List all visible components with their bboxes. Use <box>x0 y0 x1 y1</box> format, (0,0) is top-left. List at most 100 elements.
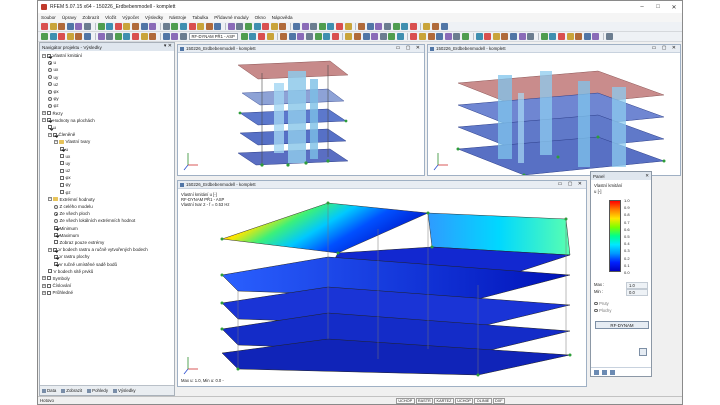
toolbar-tool-icon[interactable] <box>383 23 391 30</box>
toolbar-tool-icon[interactable] <box>323 33 331 40</box>
toolbar-tool-icon[interactable] <box>41 33 48 40</box>
toolbar-tool-icon[interactable] <box>280 33 288 40</box>
toolbar-tool-icon[interactable] <box>366 23 374 30</box>
tab-vysledky[interactable]: Výsledky <box>113 388 136 393</box>
pruty-radio[interactable] <box>594 301 598 306</box>
tree-item[interactable]: φx <box>40 88 174 95</box>
toolbar-tool-icon[interactable] <box>227 23 235 30</box>
tree-item[interactable]: + Řezy <box>40 110 174 117</box>
toolbar-tool-icon[interactable] <box>131 23 139 30</box>
deformation-render[interactable] <box>178 189 587 387</box>
toolbar-tool-icon[interactable] <box>97 33 105 40</box>
toolbar-tool-icon[interactable] <box>240 33 248 40</box>
tree-item[interactable]: uz <box>40 167 174 174</box>
tree-checkbox[interactable] <box>48 269 52 274</box>
tree-checkbox[interactable] <box>47 276 51 281</box>
tree-item[interactable]: φy <box>40 95 174 102</box>
toolbar-tool-icon[interactable] <box>358 23 366 30</box>
toolbar-tool-icon[interactable] <box>492 33 500 40</box>
menu-nastroje[interactable]: Nástroje <box>169 15 186 20</box>
menu-vlozit[interactable]: Vložit <box>105 15 116 20</box>
tree-checkbox[interactable] <box>54 240 58 245</box>
toolbar-tool-icon[interactable] <box>97 23 105 30</box>
settings-icon[interactable] <box>610 369 615 375</box>
tree-item[interactable]: + Symboly <box>40 275 174 282</box>
tree-item[interactable]: φz <box>40 189 174 196</box>
expand-toggle-icon[interactable]: − <box>42 53 46 58</box>
view-top-left[interactable]: 150226_Erdbebenmodell - komplett ▭ ▢ ✕ <box>177 44 425 176</box>
toolbar-tool-icon[interactable] <box>253 23 261 30</box>
toolbar-tool-icon[interactable] <box>114 33 122 40</box>
panel-close-icon[interactable]: ✕ <box>645 173 649 179</box>
tree-checkbox[interactable] <box>60 182 64 187</box>
tree-item[interactable]: + Průhledné <box>40 289 174 296</box>
toolbar-tool-icon[interactable] <box>371 33 379 40</box>
tab-data[interactable]: Data <box>42 388 56 393</box>
toolbar-tool-icon[interactable] <box>444 33 452 40</box>
toolbar-tool-icon[interactable] <box>575 33 583 40</box>
expand-toggle-icon[interactable]: + <box>42 283 46 288</box>
tree-item[interactable]: ux <box>40 66 174 73</box>
tab-zobrazit[interactable]: Zobrazit <box>61 388 82 393</box>
toolbar-tool-icon[interactable] <box>305 33 313 40</box>
toolbar-tool-icon[interactable] <box>462 33 470 40</box>
expand-toggle-icon[interactable]: − <box>48 132 52 137</box>
tree-radio[interactable] <box>48 96 52 101</box>
tree-checkbox[interactable] <box>60 168 64 173</box>
tree-checkbox[interactable] <box>47 283 51 288</box>
expand-toggle-icon[interactable]: − <box>48 247 52 252</box>
toolbar-tool-icon[interactable] <box>179 33 187 40</box>
toolbar-tool-icon[interactable] <box>501 33 509 40</box>
tree-item[interactable]: Zobraz pouze extrémy <box>40 239 174 246</box>
toolbar-tool-icon[interactable] <box>188 23 196 30</box>
status-kartez[interactable]: KARTEZ <box>434 397 454 404</box>
menu-okno[interactable]: Okno <box>255 15 266 20</box>
toolbar-tool-icon[interactable] <box>75 33 83 40</box>
tree-item[interactable]: Minimum <box>40 225 174 232</box>
tree-checkbox[interactable] <box>60 147 64 152</box>
toolbar-tool-icon[interactable] <box>58 23 66 30</box>
menu-vysledky[interactable]: Výsledky <box>145 15 163 20</box>
toolbar-tool-icon[interactable] <box>49 33 57 40</box>
status-rastr[interactable]: RASTR <box>415 397 434 404</box>
tree-item[interactable]: − Vlastní tvary <box>40 138 174 145</box>
tree-checkbox[interactable] <box>54 254 58 259</box>
tree-item[interactable]: φy <box>40 181 174 188</box>
toolbar-tool-icon[interactable] <box>344 23 352 30</box>
toolbar-tool-icon[interactable] <box>540 33 548 40</box>
toolbar-tool-icon[interactable] <box>279 23 287 30</box>
view-controls[interactable]: ▭ ▢ ✕ <box>652 45 678 51</box>
toolbar-tool-icon[interactable] <box>179 23 187 30</box>
toolbar-tool-icon[interactable] <box>518 33 526 40</box>
tree-checkbox[interactable] <box>54 262 58 267</box>
navigator-controls[interactable]: ▾ ✕ <box>164 43 172 49</box>
expand-toggle-icon[interactable]: + <box>42 111 46 116</box>
toolbar-tool-icon[interactable] <box>171 33 179 40</box>
menu-zobrazit[interactable]: Zobrazit <box>82 15 99 20</box>
close-button[interactable]: ✕ <box>666 1 682 13</box>
tree-radio[interactable] <box>48 89 52 94</box>
toolbar-tool-icon[interactable] <box>106 23 114 30</box>
toolbar-tool-icon[interactable] <box>123 33 131 40</box>
tree-item[interactable]: − Hodnoty na plochách <box>40 117 174 124</box>
tree-item[interactable]: − Extrémní hodnoty <box>40 196 174 203</box>
view-top-right[interactable]: 150226_Erdbebenmodell - komplett ▭ ▢ ✕ <box>427 44 681 176</box>
minimize-button[interactable]: – <box>634 1 650 13</box>
tree-checkbox[interactable] <box>53 132 57 137</box>
menu-vypocet[interactable]: Výpočet <box>122 15 139 20</box>
menu-upravy[interactable]: Úpravy <box>62 15 77 20</box>
toolbar-tool-icon[interactable] <box>123 23 131 30</box>
model-render-right[interactable] <box>428 53 681 176</box>
tree-item[interactable]: − Vlastní kmitání <box>40 52 174 59</box>
toolbar-tool-icon[interactable] <box>41 23 48 30</box>
toolbar-tool-icon[interactable] <box>197 23 205 30</box>
tree-item[interactable]: u <box>40 59 174 66</box>
toolbar-tool-icon[interactable] <box>336 23 343 30</box>
toolbar-tool-icon[interactable] <box>66 33 74 40</box>
expand-toggle-icon[interactable]: − <box>54 139 58 144</box>
zoom-icon[interactable] <box>639 348 647 356</box>
option-plochy[interactable]: Plochy <box>594 308 611 313</box>
toolbar-tool-icon[interactable] <box>510 33 517 40</box>
toolbar-tool-icon[interactable] <box>58 33 66 40</box>
status-dxf[interactable]: DXF <box>492 397 505 404</box>
